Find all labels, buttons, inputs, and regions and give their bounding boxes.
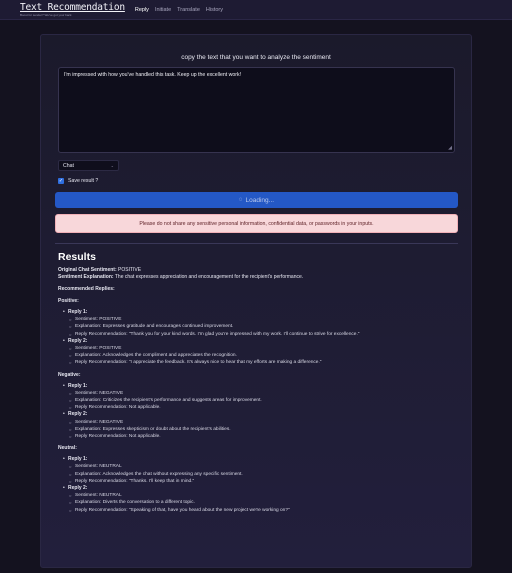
loading-button[interactable]: ◌ Loading... xyxy=(55,192,458,208)
brand[interactable]: Text Recommendation Boost for sender? We… xyxy=(20,3,125,17)
nav-link-history[interactable]: History xyxy=(206,7,223,13)
brand-title[interactable]: Text Recommendation xyxy=(20,3,125,13)
reply-recommendation: Reply Recommendation: "Thank you for you… xyxy=(69,331,458,338)
results-section: Results Original Chat Sentiment: POSITIV… xyxy=(58,251,458,514)
original-sentiment-value: POSITIVE xyxy=(118,267,142,273)
select-value: Chat xyxy=(63,162,74,169)
group-neutral-list: Reply 1: Sentiment: NEUTRAL Explanation:… xyxy=(58,456,458,514)
reply-title: Reply 1: xyxy=(68,382,88,389)
reply-sentiment: Sentiment: POSITIVE xyxy=(69,316,458,323)
reply-title: Reply 2: xyxy=(68,485,88,492)
reply-explanation: Explanation: Acknowledges the chat witho… xyxy=(69,471,458,478)
list-item: Reply 2: Sentiment: POSITIVE Explanation… xyxy=(63,337,458,367)
warning-text: Please do not share any sensitive person… xyxy=(139,220,374,227)
reply-title: Reply 2: xyxy=(68,337,88,344)
spinner-icon: ◌ xyxy=(238,197,243,203)
group-positive-list: Reply 1: Sentiment: POSITIVE Explanation… xyxy=(58,309,458,367)
group-neutral-heading: Neutral: xyxy=(58,445,77,452)
resize-grip-icon[interactable]: ◢ xyxy=(448,145,452,151)
textarea-value: I'm impressed with how you've handled th… xyxy=(64,72,242,78)
save-result-checkbox[interactable]: ✓ xyxy=(58,178,64,184)
loading-label: Loading... xyxy=(245,196,275,204)
reply-title: Reply 1: xyxy=(68,309,88,315)
reply-sentiment: Sentiment: NEGATIVE xyxy=(69,390,458,397)
reply-sentiment: Sentiment: NEUTRAL xyxy=(69,492,458,499)
reply-recommendation: Reply Recommendation: "Thanks. I'll keep… xyxy=(69,478,458,485)
reply-explanation: Explanation: Expresses skepticism or dou… xyxy=(69,426,458,433)
list-item: Reply 2: Sentiment: NEUTRAL Explanation:… xyxy=(63,485,458,514)
chevron-down-icon: ⌄ xyxy=(110,163,114,168)
reply-sentiment: Sentiment: NEGATIVE xyxy=(69,419,458,426)
list-item: Reply 1: Sentiment: POSITIVE Explanation… xyxy=(63,309,458,338)
save-result-label[interactable]: Save result ? xyxy=(68,178,98,184)
list-item: Reply 1: Sentiment: NEUTRAL Explanation:… xyxy=(63,456,458,485)
sentiment-explanation-value: The chat expresses appreciation and enco… xyxy=(114,274,304,280)
original-sentiment: Original Chat Sentiment: POSITIVE xyxy=(58,267,458,274)
privacy-warning: Please do not share any sensitive person… xyxy=(55,214,458,233)
brand-tagline: Boost for sender? We've got your back xyxy=(20,12,72,17)
nav-link-initiate[interactable]: Initiate xyxy=(155,7,171,13)
group-negative-heading: Negative: xyxy=(58,371,81,378)
reply-recommendation: Reply Recommendation: "I appreciate the … xyxy=(69,359,458,366)
recommended-replies-heading: Recommended Replies: xyxy=(58,286,115,292)
nav-link-reply[interactable]: Reply xyxy=(135,7,149,13)
reply-recommendation: Reply Recommendation: "Speaking of that,… xyxy=(69,507,458,514)
list-item: Reply 1: Sentiment: NEGATIVE Explanation… xyxy=(63,382,458,412)
top-nav: Text Recommendation Boost for sender? We… xyxy=(0,0,512,20)
mode-select[interactable]: Chat ⌄ xyxy=(58,160,119,171)
divider xyxy=(55,243,458,244)
reply-explanation: Explanation: Acknowledges the compliment… xyxy=(69,352,458,359)
list-item: Reply 2: Sentiment: NEGATIVE Explanation… xyxy=(63,411,458,440)
reply-sentiment: Sentiment: NEUTRAL xyxy=(69,463,458,470)
reply-recommendation: Reply Recommendation: Not applicable. xyxy=(69,404,458,411)
reply-title: Reply 1: xyxy=(68,456,88,463)
sentiment-explanation-label: Sentiment Explanation: xyxy=(58,274,114,280)
reply-explanation: Explanation: Diverts the conversation to… xyxy=(69,499,458,506)
save-result-row: ✓ Save result ? xyxy=(58,178,98,184)
original-sentiment-label: Original Chat Sentiment: xyxy=(58,267,117,273)
prompt-text: copy the text that you want to analyze t… xyxy=(181,54,331,61)
reply-explanation: Explanation: Criticizes the recipient's … xyxy=(69,397,458,404)
main-card: copy the text that you want to analyze t… xyxy=(40,34,472,568)
nav-link-translate[interactable]: Translate xyxy=(177,7,200,13)
reply-explanation: Explanation: Expresses gratitude and enc… xyxy=(69,323,458,330)
sentiment-explanation: Sentiment Explanation: The chat expresse… xyxy=(58,274,458,281)
reply-sentiment: Sentiment: POSITIVE xyxy=(69,345,458,352)
group-negative-list: Reply 1: Sentiment: NEGATIVE Explanation… xyxy=(58,383,458,441)
group-positive-heading: Positive: xyxy=(58,298,79,304)
message-textarea[interactable]: I'm impressed with how you've handled th… xyxy=(58,67,455,153)
reply-title: Reply 2: xyxy=(68,411,88,418)
reply-recommendation: Reply Recommendation: Not applicable. xyxy=(69,433,458,440)
results-title: Results xyxy=(58,251,96,263)
